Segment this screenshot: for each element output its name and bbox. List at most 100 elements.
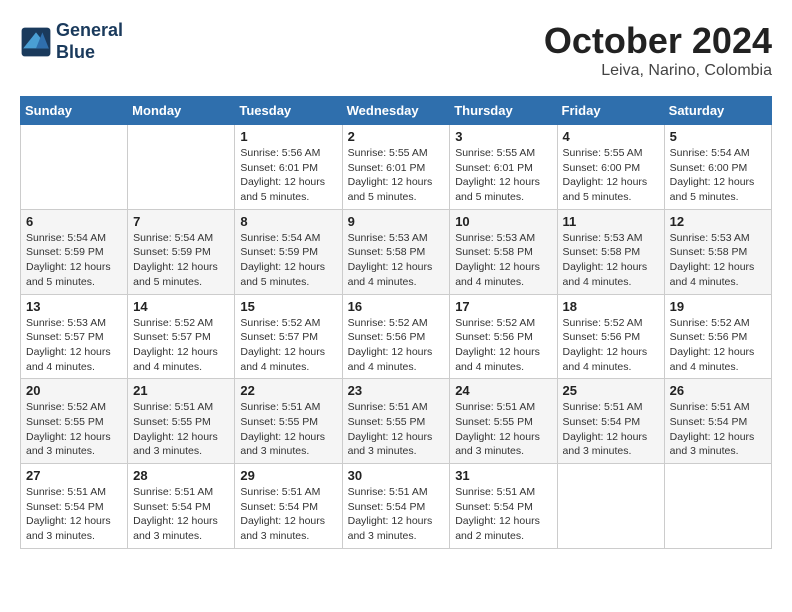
day-number: 7 [133, 214, 229, 229]
day-detail: Sunrise: 5:54 AM Sunset: 5:59 PM Dayligh… [133, 231, 229, 290]
day-number: 15 [240, 299, 336, 314]
calendar-cell: 30Sunrise: 5:51 AM Sunset: 5:54 PM Dayli… [342, 464, 450, 549]
weekday-header: Wednesday [342, 97, 450, 125]
day-number: 24 [455, 383, 551, 398]
calendar-cell: 21Sunrise: 5:51 AM Sunset: 5:55 PM Dayli… [128, 379, 235, 464]
day-number: 16 [348, 299, 445, 314]
day-number: 3 [455, 129, 551, 144]
day-number: 21 [133, 383, 229, 398]
calendar-cell: 28 Sunrise: 5:51 AM Sunset: 5:54 PM Dayli… [128, 464, 235, 549]
calendar-cell: 27 Sunrise: 5:51 AM Sunset: 5:54 PM Dayli… [21, 464, 128, 549]
day-detail: Sunrise: 5:52 AM Sunset: 5:57 PM Dayligh… [240, 316, 336, 375]
day-detail: Sunrise: 5:55 AM Sunset: 6:01 PM Dayligh… [348, 146, 445, 205]
weekday-header: Sunday [21, 97, 128, 125]
calendar-table: SundayMondayTuesdayWednesdayThursdayFrid… [20, 96, 772, 549]
calendar-week-row: 13Sunrise: 5:53 AM Sunset: 5:57 PM Dayli… [21, 294, 772, 379]
day-detail: Sunrise: 5:51 AM Sunset: 5:54 PM Dayligh… [133, 485, 229, 544]
day-detail: Sunrise: 5:53 AM Sunset: 5:57 PM Dayligh… [26, 316, 122, 375]
weekday-header: Friday [557, 97, 664, 125]
calendar-cell: 16Sunrise: 5:52 AM Sunset: 5:56 PM Dayli… [342, 294, 450, 379]
day-detail: Sunrise: 5:55 AM Sunset: 6:01 PM Dayligh… [455, 146, 551, 205]
month-title: October 2024 [544, 20, 772, 62]
calendar-cell: 2 Sunrise: 5:55 AM Sunset: 6:01 PM Daylig… [342, 125, 450, 210]
calendar-cell: 13Sunrise: 5:53 AM Sunset: 5:57 PM Dayli… [21, 294, 128, 379]
logo-text: General Blue [56, 20, 123, 63]
day-number: 17 [455, 299, 551, 314]
calendar-cell: 18 Sunrise: 5:52 AM Sunset: 5:56 PM Dayli… [557, 294, 664, 379]
day-detail: Sunrise: 5:56 AM Sunset: 6:01 PM Dayligh… [240, 146, 336, 205]
logo: General Blue [20, 20, 123, 63]
day-number: 9 [348, 214, 445, 229]
calendar-cell: 12 Sunrise: 5:53 AM Sunset: 5:58 PM Dayli… [664, 209, 771, 294]
logo-icon [20, 26, 52, 58]
calendar-week-row: 6 Sunrise: 5:54 AM Sunset: 5:59 PM Daylig… [21, 209, 772, 294]
day-number: 10 [455, 214, 551, 229]
calendar-cell: 7 Sunrise: 5:54 AM Sunset: 5:59 PM Daylig… [128, 209, 235, 294]
day-number: 26 [670, 383, 766, 398]
calendar-cell: 1 Sunrise: 5:56 AM Sunset: 6:01 PM Daylig… [235, 125, 342, 210]
day-number: 14 [133, 299, 229, 314]
day-number: 31 [455, 468, 551, 483]
day-number: 6 [26, 214, 122, 229]
weekday-header: Thursday [450, 97, 557, 125]
calendar-week-row: 1 Sunrise: 5:56 AM Sunset: 6:01 PM Daylig… [21, 125, 772, 210]
calendar-cell [21, 125, 128, 210]
calendar-cell [664, 464, 771, 549]
calendar-cell: 15 Sunrise: 5:52 AM Sunset: 5:57 PM Dayli… [235, 294, 342, 379]
weekday-header: Saturday [664, 97, 771, 125]
calendar-cell [557, 464, 664, 549]
day-detail: Sunrise: 5:51 AM Sunset: 5:55 PM Dayligh… [240, 400, 336, 459]
calendar-cell: 6 Sunrise: 5:54 AM Sunset: 5:59 PM Daylig… [21, 209, 128, 294]
day-number: 18 [563, 299, 659, 314]
day-detail: Sunrise: 5:54 AM Sunset: 5:59 PM Dayligh… [26, 231, 122, 290]
day-number: 30 [348, 468, 445, 483]
calendar-cell: 11Sunrise: 5:53 AM Sunset: 5:58 PM Dayli… [557, 209, 664, 294]
day-number: 25 [563, 383, 659, 398]
page-header: General Blue October 2024 Leiva, Narino,… [20, 20, 772, 80]
calendar-cell: 26 Sunrise: 5:51 AM Sunset: 5:54 PM Dayli… [664, 379, 771, 464]
weekday-header: Monday [128, 97, 235, 125]
day-detail: Sunrise: 5:55 AM Sunset: 6:00 PM Dayligh… [563, 146, 659, 205]
day-detail: Sunrise: 5:51 AM Sunset: 5:54 PM Dayligh… [240, 485, 336, 544]
calendar-cell: 8 Sunrise: 5:54 AM Sunset: 5:59 PM Daylig… [235, 209, 342, 294]
day-detail: Sunrise: 5:51 AM Sunset: 5:54 PM Dayligh… [670, 400, 766, 459]
day-number: 28 [133, 468, 229, 483]
day-number: 27 [26, 468, 122, 483]
day-detail: Sunrise: 5:54 AM Sunset: 6:00 PM Dayligh… [670, 146, 766, 205]
calendar-cell: 4 Sunrise: 5:55 AM Sunset: 6:00 PM Daylig… [557, 125, 664, 210]
calendar-cell: 3 Sunrise: 5:55 AM Sunset: 6:01 PM Daylig… [450, 125, 557, 210]
day-detail: Sunrise: 5:53 AM Sunset: 5:58 PM Dayligh… [455, 231, 551, 290]
day-number: 5 [670, 129, 766, 144]
day-number: 23 [348, 383, 445, 398]
day-detail: Sunrise: 5:51 AM Sunset: 5:55 PM Dayligh… [348, 400, 445, 459]
day-number: 1 [240, 129, 336, 144]
day-detail: Sunrise: 5:52 AM Sunset: 5:56 PM Dayligh… [670, 316, 766, 375]
day-detail: Sunrise: 5:52 AM Sunset: 5:56 PM Dayligh… [455, 316, 551, 375]
day-detail: Sunrise: 5:51 AM Sunset: 5:54 PM Dayligh… [455, 485, 551, 544]
day-number: 8 [240, 214, 336, 229]
calendar-cell: 17 Sunrise: 5:52 AM Sunset: 5:56 PM Dayli… [450, 294, 557, 379]
calendar-cell: 24Sunrise: 5:51 AM Sunset: 5:55 PM Dayli… [450, 379, 557, 464]
day-detail: Sunrise: 5:51 AM Sunset: 5:54 PM Dayligh… [563, 400, 659, 459]
day-number: 12 [670, 214, 766, 229]
calendar-cell: 10 Sunrise: 5:53 AM Sunset: 5:58 PM Dayli… [450, 209, 557, 294]
calendar-week-row: 20Sunrise: 5:52 AM Sunset: 5:55 PM Dayli… [21, 379, 772, 464]
title-section: October 2024 Leiva, Narino, Colombia [544, 20, 772, 80]
calendar-cell: 31 Sunrise: 5:51 AM Sunset: 5:54 PM Dayli… [450, 464, 557, 549]
calendar-cell: 9Sunrise: 5:53 AM Sunset: 5:58 PM Daylig… [342, 209, 450, 294]
day-detail: Sunrise: 5:51 AM Sunset: 5:54 PM Dayligh… [26, 485, 122, 544]
calendar-cell: 14Sunrise: 5:52 AM Sunset: 5:57 PM Dayli… [128, 294, 235, 379]
day-detail: Sunrise: 5:53 AM Sunset: 5:58 PM Dayligh… [670, 231, 766, 290]
day-detail: Sunrise: 5:52 AM Sunset: 5:56 PM Dayligh… [563, 316, 659, 375]
calendar-cell: 29 Sunrise: 5:51 AM Sunset: 5:54 PM Dayli… [235, 464, 342, 549]
day-number: 11 [563, 214, 659, 229]
day-number: 19 [670, 299, 766, 314]
day-number: 29 [240, 468, 336, 483]
day-number: 2 [348, 129, 445, 144]
day-detail: Sunrise: 5:54 AM Sunset: 5:59 PM Dayligh… [240, 231, 336, 290]
calendar-header-row: SundayMondayTuesdayWednesdayThursdayFrid… [21, 97, 772, 125]
calendar-cell [128, 125, 235, 210]
calendar-cell: 25 Sunrise: 5:51 AM Sunset: 5:54 PM Dayli… [557, 379, 664, 464]
day-number: 4 [563, 129, 659, 144]
day-number: 20 [26, 383, 122, 398]
